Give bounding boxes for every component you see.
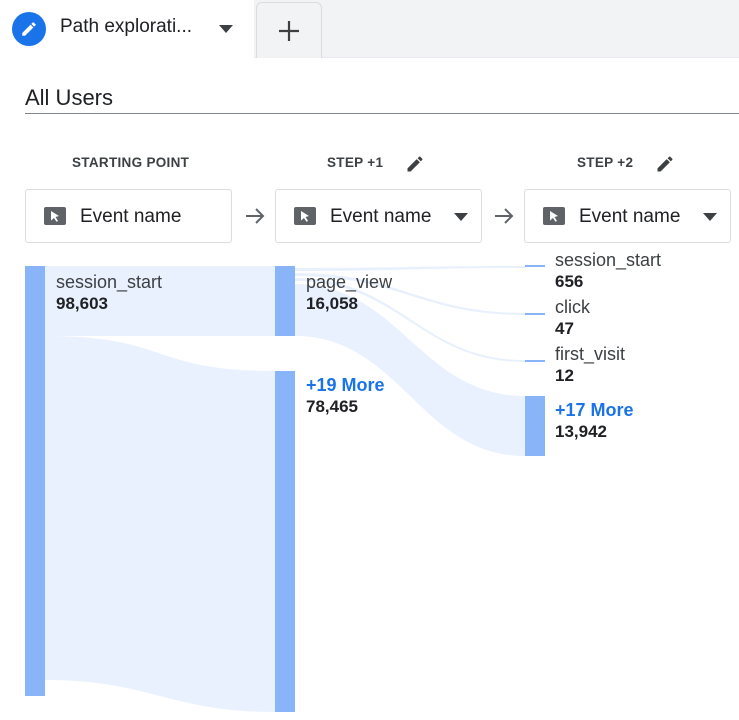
node-count: 13,942 (555, 422, 607, 441)
node-more-step2[interactable]: +17 More 13,942 (555, 400, 634, 443)
node-count: 78,465 (306, 397, 358, 416)
node-bar-more-step2[interactable] (525, 396, 545, 456)
node-name: page_view (306, 272, 393, 292)
flow-page-view-to-session-start[interactable] (295, 266, 525, 271)
node-bar-session-start-step2[interactable] (525, 265, 545, 267)
node-bar-page-view[interactable] (275, 266, 295, 336)
flow-start-to-more[interactable] (45, 336, 275, 712)
node-bar-click[interactable] (525, 313, 545, 315)
path-sankey (25, 265, 545, 712)
node-session-start-step2[interactable]: session_start 656 (555, 250, 661, 293)
node-count: 47 (555, 319, 574, 338)
node-bar-more-step1[interactable] (275, 371, 295, 712)
node-bar-session-start[interactable] (25, 266, 45, 696)
node-count: 12 (555, 366, 574, 385)
node-name: session_start (555, 250, 662, 270)
node-session-start[interactable]: session_start 98,603 (56, 272, 162, 315)
node-count: 16,058 (306, 294, 358, 313)
node-bar-first-visit[interactable] (525, 360, 545, 362)
node-more-step1[interactable]: +19 More 78,465 (306, 375, 385, 418)
node-count: 656 (555, 272, 584, 291)
more-link[interactable]: +19 More (306, 375, 385, 396)
node-page-view[interactable]: page_view 16,058 (306, 272, 392, 315)
node-click[interactable]: click 47 (555, 297, 590, 340)
more-link[interactable]: +17 More (555, 400, 634, 421)
node-name: click (555, 297, 590, 317)
node-first-visit[interactable]: first_visit 12 (555, 344, 625, 387)
node-count: 98,603 (56, 294, 108, 313)
node-name: first_visit (555, 344, 626, 364)
node-name: session_start (56, 272, 163, 292)
